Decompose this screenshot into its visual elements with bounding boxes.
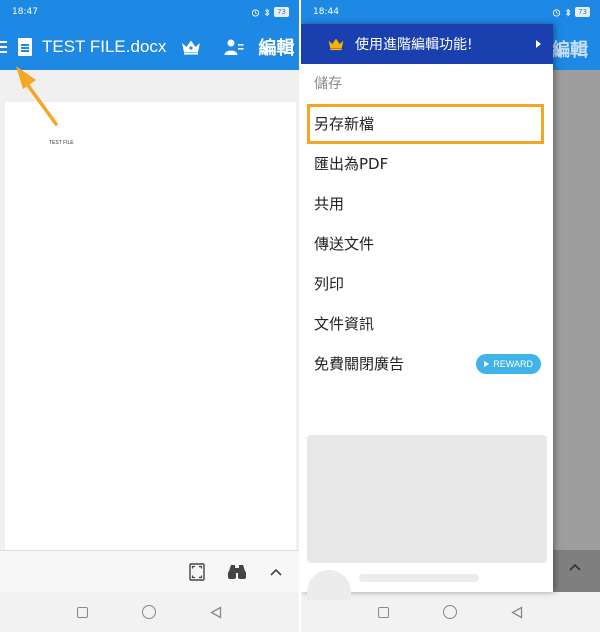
ad-text-placeholder [359,574,479,582]
navigation-drawer: 使用進階編輯功能! 儲存 另存新檔 匯出為PDF 共用 傳送文件 列印 文件資訊… [301,24,553,600]
left-screen: 18:47 73 TEST FILE.docx 編輯 TEST FILE [0,0,299,632]
binoculars-icon[interactable] [227,563,247,581]
document-area: TEST FILE [0,70,299,586]
menu-item-label: 匯出為PDF [314,155,389,173]
promo-banner[interactable]: 使用進階編輯功能! [301,24,553,64]
recents-button[interactable] [77,606,88,618]
chevron-right-icon [536,40,541,48]
menu-item-label: 共用 [314,195,345,213]
menu-item-save-as[interactable]: 另存新檔 [307,104,544,144]
chevron-up-icon[interactable] [269,567,283,577]
menu-item-document-info[interactable]: 文件資訊 [301,304,553,344]
menu-item-share[interactable]: 共用 [301,184,553,224]
bottom-toolbar [0,550,299,592]
section-header-save: 儲存 [314,76,342,92]
status-icons-right: 73 [552,7,590,17]
battery-level-right: 73 [575,7,590,17]
home-button[interactable] [443,605,457,619]
system-nav-bar [0,592,299,632]
menu-item-label: 文件資訊 [314,315,375,333]
back-button[interactable] [210,605,222,619]
promo-label: 使用進階編輯功能! [355,37,473,53]
ad-avatar-placeholder [307,570,351,600]
document-text: TEST FILE [49,140,74,146]
bluetooth-icon [565,7,571,17]
arrow-annotation [16,66,58,126]
alarm-icon [552,8,561,17]
edit-button-dimmed: 編輯 [552,40,588,61]
reward-button[interactable]: REWARD [476,354,541,374]
back-button[interactable] [511,605,523,619]
chevron-up-icon [569,563,581,571]
fullscreen-icon[interactable] [189,562,205,581]
right-screen: 18:44 73 編輯 使用進階編輯功能! 儲存 另存新檔 匯出為PDF 共用 … [301,0,600,632]
menu-item-export-pdf[interactable]: 匯出為PDF [301,144,553,184]
status-time-right: 18:44 [313,7,339,17]
menu-item-label: 免費關閉廣告 [314,355,405,373]
recents-button[interactable] [378,606,389,618]
status-bar-right: 18:44 73 [301,0,600,24]
menu-item-label: 另存新檔 [314,115,375,133]
reward-label: REWARD [493,359,533,369]
screenshot-stage: 18:47 73 TEST FILE.docx 編輯 TEST FILE 18:… [0,0,600,632]
crown-icon [328,38,344,51]
ad-placeholder[interactable] [307,435,547,563]
menu-item-remove-ads[interactable]: 免費關閉廣告 REWARD [301,344,553,384]
menu-item-label: 傳送文件 [314,235,375,253]
document-page[interactable]: TEST FILE [5,102,296,586]
home-button[interactable] [142,605,156,619]
menu-item-label: 列印 [314,275,345,293]
menu-item-send-document[interactable]: 傳送文件 [301,224,553,264]
menu-item-print[interactable]: 列印 [301,264,553,304]
play-icon [484,361,490,367]
